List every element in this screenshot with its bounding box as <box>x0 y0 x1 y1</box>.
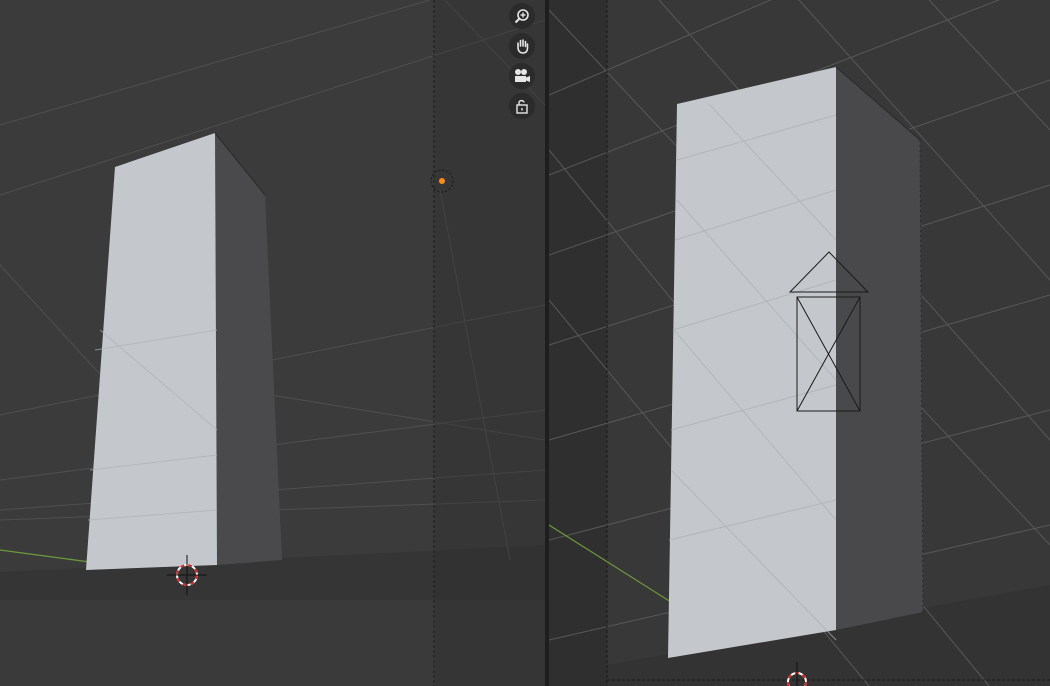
zoom-button[interactable] <box>509 3 535 29</box>
camera-passepartout <box>549 0 607 686</box>
box-side-face[interactable] <box>836 67 923 630</box>
zoom-in-icon <box>514 9 529 24</box>
hand-icon <box>517 39 529 54</box>
viewport-left-canvas[interactable] <box>0 0 545 686</box>
camera-icon <box>515 69 530 82</box>
navigation-gizmo <box>509 3 539 119</box>
pan-button[interactable] <box>509 33 535 59</box>
viewport-right-canvas[interactable] <box>549 0 1050 686</box>
blender-editor <box>0 0 1050 686</box>
unlock-icon <box>516 99 528 114</box>
viewport-right[interactable] <box>549 0 1050 686</box>
lock-camera-button[interactable] <box>509 93 535 119</box>
viewport-left[interactable] <box>0 0 545 686</box>
camera-view-button[interactable] <box>509 63 535 89</box>
